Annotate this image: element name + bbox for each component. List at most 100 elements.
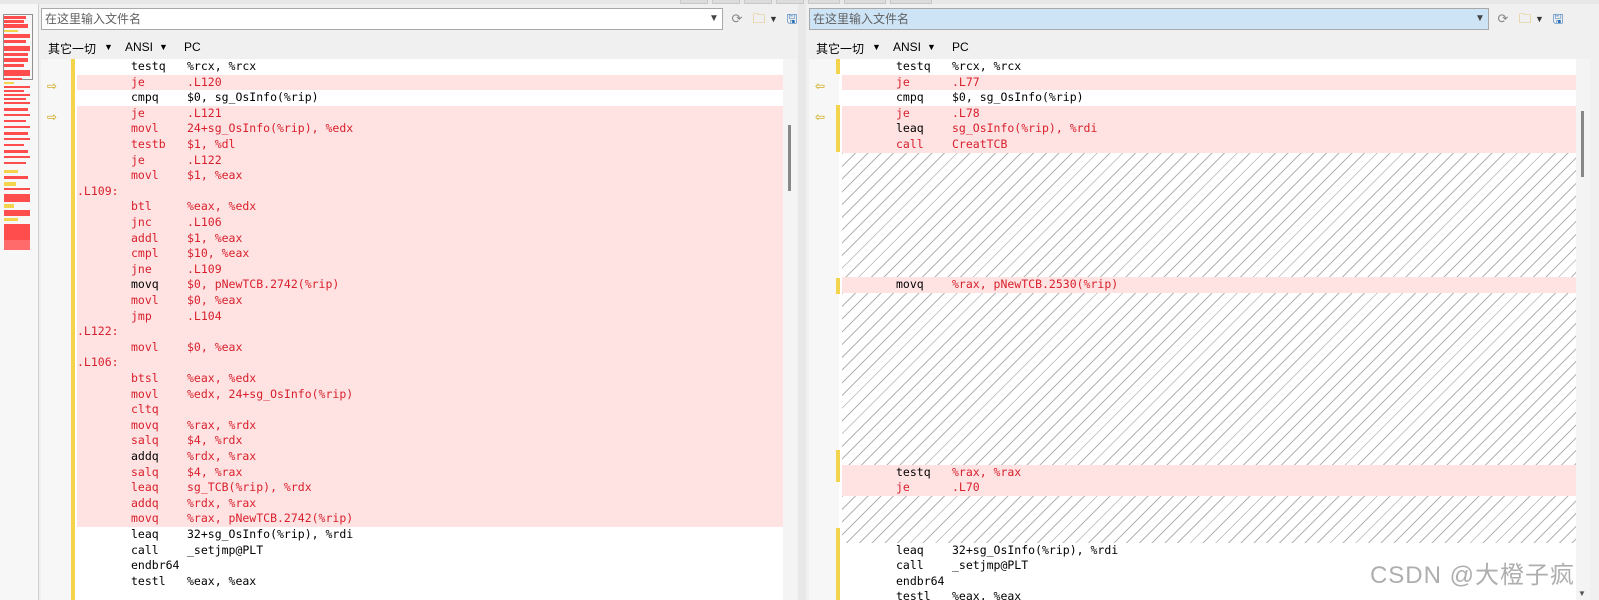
- diff-overview-map[interactable]: [0, 4, 39, 600]
- open-folder-icon[interactable]: 🗀: [749, 10, 769, 28]
- left-vertical-scrollbar[interactable]: [783, 59, 797, 600]
- code-line[interactable]: movq %rax, %rdx: [77, 417, 783, 434]
- line-ending-label[interactable]: PC: [184, 40, 201, 54]
- overview-diff-bar: [4, 204, 14, 208]
- code-line[interactable]: testl %eax, %eax: [842, 589, 1576, 600]
- code-operands: _setjmp@PLT: [187, 542, 264, 557]
- code-line[interactable]: btsl %eax, %edx: [77, 371, 783, 387]
- code-line[interactable]: salq $4, %rdx: [77, 433, 783, 449]
- code-line[interactable]: .L122:: [77, 324, 783, 340]
- code-mnemonic: movq: [131, 277, 159, 292]
- code-line[interactable]: je .L70: [842, 480, 1576, 496]
- right-vertical-scrollbar[interactable]: ▼: [1576, 59, 1590, 600]
- chevron-down-icon[interactable]: ▼: [159, 42, 168, 52]
- code-line[interactable]: leaq sg_TCB(%rip), %rdx: [77, 480, 783, 496]
- right-code-area[interactable]: ⇦ ⇦ testq %rcx, %rcx je .L77 cmpq $0, sg_OsIn…: [809, 59, 1590, 600]
- code-line[interactable]: movq $0, pNewTCB.2742(%rip): [77, 277, 783, 293]
- scroll-down-icon[interactable]: ▼: [1578, 589, 1586, 598]
- scroll-thumb[interactable]: [1581, 111, 1584, 177]
- chevron-down-icon[interactable]: ▼: [872, 42, 881, 52]
- code-mnemonic: jnc: [131, 215, 152, 229]
- next-diff-arrow-icon[interactable]: ⇨: [47, 80, 61, 92]
- overview-diff-bar: [4, 24, 28, 28]
- overview-diff-bar: [4, 120, 26, 122]
- code-line[interactable]: jne .L109: [77, 261, 783, 278]
- code-line[interactable]: je .L120: [77, 74, 783, 91]
- code-line[interactable]: salq $4, %rax: [77, 464, 783, 481]
- code-line[interactable]: testq %rcx, %rcx: [842, 59, 1576, 75]
- next-diff-arrow-icon[interactable]: ⇨: [47, 111, 61, 123]
- code-line[interactable]: cmpq $0, sg_OsInfo(%rip): [77, 90, 783, 106]
- chevron-down-icon[interactable]: ▼: [927, 42, 936, 52]
- line-ending-label[interactable]: PC: [952, 40, 969, 54]
- code-line[interactable]: movl $1, %eax: [77, 168, 783, 184]
- code-line[interactable]: cmpl $10, %eax: [77, 246, 783, 262]
- overview-diff-bar: [4, 162, 26, 164]
- code-line[interactable]: movl $0, %eax: [77, 293, 783, 309]
- code-line[interactable]: call CreatTCB: [842, 137, 1576, 153]
- code-mnemonic: je: [131, 74, 145, 89]
- diff-marker-bar: [836, 450, 840, 482]
- code-line[interactable]: movl 24+sg_OsInfo(%rip), %edx: [77, 121, 783, 137]
- overview-diff-bar: [4, 156, 30, 158]
- chevron-down-icon[interactable]: ▼: [769, 10, 779, 28]
- code-line[interactable]: call _setjmp@PLT: [77, 542, 783, 559]
- encoding-menu[interactable]: ANSI: [893, 40, 921, 54]
- right-lines: testq %rcx, %rcx je .L77 cmpq $0, sg_OsInfo(%…: [842, 59, 1576, 600]
- left-code-area[interactable]: ⇨ ⇨ testq %rcx, %rcx je .L120 cmpq $0, sg_OsI…: [41, 59, 797, 600]
- code-line[interactable]: movq %rax, pNewTCB.2742(%rip): [77, 511, 783, 527]
- code-line[interactable]: je .L121: [77, 105, 783, 122]
- code-line[interactable]: je .L78: [842, 105, 1576, 122]
- code-line[interactable]: cmpq $0, sg_OsInfo(%rip): [842, 90, 1576, 106]
- code-line[interactable]: testq %rax, %rax: [842, 464, 1576, 481]
- scroll-thumb[interactable]: [788, 125, 791, 191]
- code-line[interactable]: leaq 32+sg_OsInfo(%rip), %rdi: [77, 527, 783, 543]
- mode-menu[interactable]: 其它一切: [48, 40, 96, 57]
- code-line[interactable]: testq %rcx, %rcx: [77, 59, 783, 75]
- code-mnemonic: movq: [896, 277, 924, 292]
- code-line[interactable]: .L109:: [77, 183, 783, 200]
- prev-diff-arrow-icon[interactable]: ⇦: [815, 111, 829, 123]
- code-line[interactable]: addq %rdx, %rax: [77, 495, 783, 512]
- chevron-down-icon[interactable]: ▼: [706, 9, 722, 29]
- save-icon[interactable]: 🖫: [1548, 10, 1568, 28]
- code-label: .L109:: [77, 183, 119, 198]
- code-line[interactable]: addl $1, %eax: [77, 230, 783, 247]
- code-line[interactable]: endbr64: [77, 558, 783, 574]
- missing-lines-hatch: [842, 293, 1576, 465]
- code-label: .L106:: [77, 355, 119, 370]
- code-line[interactable]: .L106:: [77, 355, 783, 371]
- code-line[interactable]: testl %eax, %eax: [77, 573, 783, 590]
- mode-menu[interactable]: 其它一切: [816, 40, 864, 57]
- encoding-menu[interactable]: ANSI: [125, 40, 153, 54]
- code-operands: .L70: [952, 480, 980, 495]
- code-line[interactable]: btl %eax, %edx: [77, 199, 783, 215]
- chevron-down-icon[interactable]: ▼: [1472, 9, 1488, 29]
- code-line[interactable]: leaq sg_OsInfo(%rip), %rdi: [842, 121, 1576, 137]
- code-line[interactable]: addq %rdx, %rax: [77, 449, 783, 465]
- code-line[interactable]: jmp .L104: [77, 308, 783, 325]
- refresh-icon[interactable]: ⟳: [727, 10, 747, 28]
- code-line[interactable]: movl %edx, 24+sg_OsInfo(%rip): [77, 386, 783, 403]
- code-line[interactable]: je .L77: [842, 74, 1576, 91]
- code-operands: .L121: [187, 105, 222, 120]
- prev-diff-arrow-icon[interactable]: ⇦: [815, 80, 829, 92]
- left-file-path-input[interactable]: 在这里输入文件名 ▼: [41, 8, 723, 30]
- pane-splitter[interactable]: [798, 4, 806, 600]
- code-line[interactable]: testb $1, %dl: [77, 137, 783, 153]
- code-line[interactable]: jnc .L106: [77, 215, 783, 231]
- code-mnemonic: je: [896, 105, 910, 120]
- right-file-path-input[interactable]: 在这里输入文件名 ▼: [809, 8, 1489, 30]
- code-line[interactable]: movl $0, %eax: [77, 339, 783, 356]
- code-line[interactable]: cltq: [77, 402, 783, 418]
- overview-diff-bar: [4, 46, 30, 51]
- chevron-down-icon[interactable]: ▼: [1535, 10, 1545, 28]
- code-mnemonic: movl: [131, 339, 159, 354]
- chevron-down-icon[interactable]: ▼: [104, 42, 113, 52]
- code-line[interactable]: je .L122: [77, 152, 783, 169]
- code-line[interactable]: movq %rax, pNewTCB.2530(%rip): [842, 277, 1576, 293]
- overview-diff-bar: [4, 53, 28, 56]
- open-folder-icon[interactable]: 🗀: [1515, 10, 1535, 28]
- left-gutter: [41, 59, 71, 600]
- refresh-icon[interactable]: ⟳: [1493, 10, 1513, 28]
